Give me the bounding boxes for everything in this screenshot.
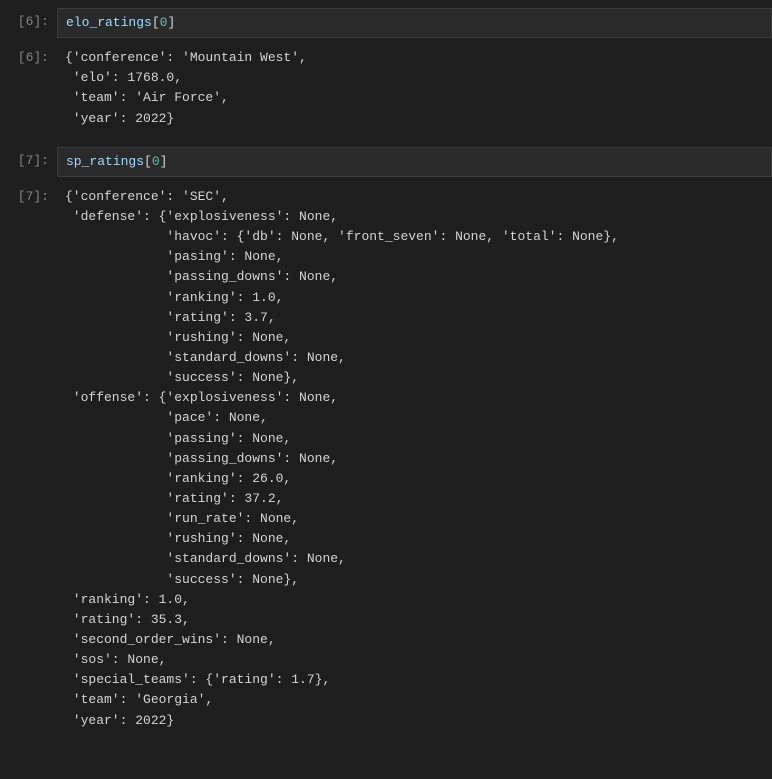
output-line: 'success': None}, bbox=[65, 368, 764, 388]
output-line: 'year': 2022} bbox=[65, 711, 764, 731]
prompt-label: [7]: bbox=[0, 183, 57, 735]
output-line: 'ranking': 1.0, bbox=[65, 590, 764, 610]
output-line: 'year': 2022} bbox=[65, 109, 764, 129]
code-token: elo_ratings bbox=[66, 15, 152, 30]
code-cell: [6]:elo_ratings[0] bbox=[0, 8, 772, 38]
output-line: 'team': 'Georgia', bbox=[65, 690, 764, 710]
notebook-view: [6]:elo_ratings[0][6]:{'conference': 'Mo… bbox=[0, 8, 772, 749]
output-line: {'conference': 'Mountain West', bbox=[65, 48, 764, 68]
output-line: 'havoc': {'db': None, 'front_seven': Non… bbox=[65, 227, 764, 247]
prompt-label: [7]: bbox=[0, 147, 57, 177]
output-text: {'conference': 'Mountain West', 'elo': 1… bbox=[57, 44, 772, 133]
output-line: 'rating': 35.3, bbox=[65, 610, 764, 630]
prompt-label: [6]: bbox=[0, 8, 57, 38]
output-line: 'passing_downs': None, bbox=[65, 449, 764, 469]
output-line: 'ranking': 26.0, bbox=[65, 469, 764, 489]
output-line: 'offense': {'explosiveness': None, bbox=[65, 388, 764, 408]
output-line: 'elo': 1768.0, bbox=[65, 68, 764, 88]
code-token: 0 bbox=[152, 154, 160, 169]
output-line: 'standard_downs': None, bbox=[65, 549, 764, 569]
prompt-label: [6]: bbox=[0, 44, 57, 133]
output-line: 'special_teams': {'rating': 1.7}, bbox=[65, 670, 764, 690]
output-line: 'passing': None, bbox=[65, 429, 764, 449]
output-line: 'second_order_wins': None, bbox=[65, 630, 764, 650]
output-line: 'team': 'Air Force', bbox=[65, 88, 764, 108]
output-line: 'run_rate': None, bbox=[65, 509, 764, 529]
code-token: [ bbox=[152, 15, 160, 30]
output-line: 'sos': None, bbox=[65, 650, 764, 670]
code-cell: [7]:sp_ratings[0] bbox=[0, 147, 772, 177]
output-cell: [6]:{'conference': 'Mountain West', 'elo… bbox=[0, 44, 772, 133]
output-line: 'passing_downs': None, bbox=[65, 267, 764, 287]
code-token: ] bbox=[160, 154, 168, 169]
code-input[interactable]: sp_ratings[0] bbox=[57, 147, 772, 177]
output-text: {'conference': 'SEC', 'defense': {'explo… bbox=[57, 183, 772, 735]
output-line: {'conference': 'SEC', bbox=[65, 187, 764, 207]
code-token: ] bbox=[167, 15, 175, 30]
output-line: 'pasing': None, bbox=[65, 247, 764, 267]
output-line: 'rating': 3.7, bbox=[65, 308, 764, 328]
output-line: 'rushing': None, bbox=[65, 529, 764, 549]
output-cell: [7]:{'conference': 'SEC', 'defense': {'e… bbox=[0, 183, 772, 735]
code-token: [ bbox=[144, 154, 152, 169]
output-line: 'rushing': None, bbox=[65, 328, 764, 348]
code-token: sp_ratings bbox=[66, 154, 144, 169]
code-input[interactable]: elo_ratings[0] bbox=[57, 8, 772, 38]
output-line: 'ranking': 1.0, bbox=[65, 288, 764, 308]
output-line: 'standard_downs': None, bbox=[65, 348, 764, 368]
output-line: 'success': None}, bbox=[65, 570, 764, 590]
output-line: 'defense': {'explosiveness': None, bbox=[65, 207, 764, 227]
output-line: 'rating': 37.2, bbox=[65, 489, 764, 509]
output-line: 'pace': None, bbox=[65, 408, 764, 428]
